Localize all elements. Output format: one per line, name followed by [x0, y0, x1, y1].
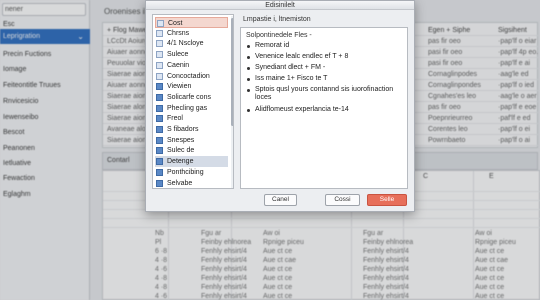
list-item-label: 4/1 Nscloye — [167, 40, 204, 48]
bullet-icon — [247, 67, 250, 70]
list-item[interactable]: Concoctadion — [155, 71, 228, 82]
list-item[interactable]: Snespes — [155, 135, 228, 146]
list-item-label: Caenin — [167, 61, 190, 69]
panel-heading: Solpontinedele Fles - — [246, 32, 312, 39]
bullet-item: Iss maine 1+ Fisco te T — [247, 75, 405, 83]
list-item-label: Cost — [168, 20, 183, 27]
list-item[interactable]: Freol — [155, 113, 228, 124]
checkbox-icon[interactable] — [156, 104, 163, 112]
list-item-label: Selvabe — [167, 179, 193, 187]
dialog: Edisinilelt Cost Chrsns 4/1 Nscloye Sulece C… — [145, 0, 415, 212]
list-item-label: Solicarfe cons — [167, 93, 211, 101]
list-item[interactable]: Selvabe — [155, 178, 228, 189]
checkbox-icon[interactable] — [156, 40, 163, 48]
checkbox-icon[interactable] — [156, 147, 163, 155]
checkbox-icon[interactable] — [156, 61, 163, 69]
list-item-label: Detenge — [167, 158, 194, 166]
checkbox-icon[interactable] — [157, 20, 164, 27]
list-item-label: Sulece — [167, 51, 189, 59]
list-item[interactable]: Ponthcibing — [155, 167, 228, 178]
checkbox-icon[interactable] — [156, 136, 163, 144]
checkbox-icon[interactable] — [156, 158, 163, 166]
checkbox-icon[interactable] — [156, 168, 163, 176]
bullet-item: Alidflomeust experlancia te-14 — [247, 106, 405, 114]
checkbox-icon[interactable] — [156, 83, 163, 91]
checkbox-icon[interactable] — [156, 51, 163, 59]
secondary-button[interactable]: Cossi — [325, 194, 360, 206]
bullet-text: Synediant dlect + FM - — [255, 64, 326, 71]
dialog-title: Edisinilelt — [146, 1, 414, 10]
list-item-label: Snespes — [167, 136, 195, 144]
list-item-label: Freol — [167, 115, 183, 123]
bullet-icon — [247, 45, 250, 48]
bullet-item: Sptois qusl yours contannd sis iuorofina… — [247, 86, 405, 102]
list-item[interactable]: Phecling gas — [155, 103, 228, 114]
checkbox-icon[interactable] — [156, 72, 163, 80]
list-item-label: Concoctadion — [167, 72, 210, 80]
cancel-button[interactable]: Canel — [264, 194, 297, 206]
list-item[interactable]: Viewien — [155, 81, 228, 92]
list-item-label: Sulec de — [167, 147, 195, 155]
list-item[interactable]: Sulec de — [155, 145, 228, 156]
checkbox-icon[interactable] — [156, 179, 163, 187]
bullet-icon — [247, 109, 250, 112]
bullet-item: Remorat id — [247, 42, 405, 50]
list-item-label: Chrsns — [167, 29, 190, 37]
list-item[interactable]: Caenin — [155, 60, 228, 71]
list-item[interactable]: Detenge — [155, 156, 228, 168]
list-item[interactable]: Chrsns — [155, 28, 228, 39]
list-item-label: Viewien — [167, 83, 192, 91]
options-list: Cost Chrsns 4/1 Nscloye Sulece Caenin Concoct… — [152, 14, 234, 189]
list-item[interactable]: Solicarfe cons — [155, 92, 228, 103]
panel-title: Lmpastie i, ltnemiston — [243, 16, 311, 23]
list-item[interactable]: 4/1 Nscloye — [155, 38, 228, 49]
bullet-icon — [247, 89, 250, 92]
list-item[interactable]: Sulece — [155, 49, 228, 60]
bullet-icon — [247, 78, 250, 81]
bullet-item: Venenice lealc endlec ef T + 8 — [247, 53, 405, 61]
checkbox-icon[interactable] — [156, 93, 163, 101]
bullet-text: Iss maine 1+ Fisco te T — [255, 75, 328, 82]
bullet-text: Alidflomeust experlancia te-14 — [255, 106, 349, 113]
list-item-label: S fibadors — [167, 126, 199, 133]
list-item[interactable]: Cost — [155, 17, 228, 28]
checkbox-icon[interactable] — [156, 29, 163, 37]
list-item-label: Phecling gas — [167, 104, 208, 112]
scrollbar[interactable] — [231, 16, 233, 188]
bullet-text: Venenice lealc endlec ef T + 8 — [255, 53, 349, 60]
bullet-text: Remorat id — [255, 42, 290, 49]
list-item[interactable]: S fibadors — [155, 124, 228, 135]
primary-button[interactable]: Selle — [367, 194, 407, 206]
scrollbar-thumb[interactable] — [231, 18, 233, 126]
checkbox-icon[interactable] — [156, 115, 163, 123]
bullet-item: Synediant dlect + FM - — [247, 64, 405, 72]
list-item-label: Ponthcibing — [167, 168, 204, 176]
bullet-icon — [247, 56, 250, 59]
details-panel: Solpontinedele Fles - Remorat id Venenice… — [240, 27, 408, 189]
checkbox-icon[interactable] — [156, 126, 163, 133]
bullet-text: Sptois qusl yours contannd sis iuorofina… — [255, 86, 394, 101]
